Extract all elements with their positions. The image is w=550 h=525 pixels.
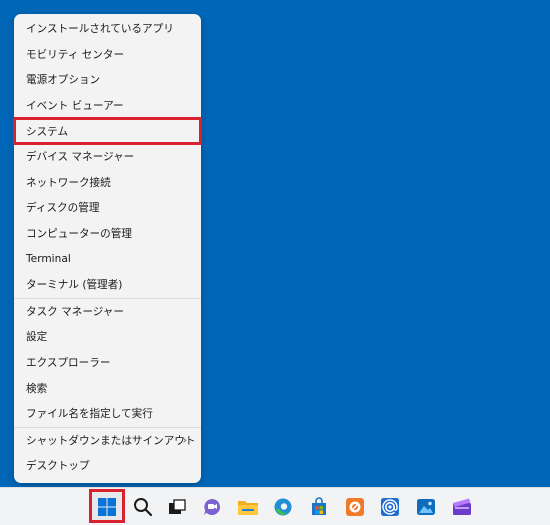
menu-item-label: 設定 <box>26 331 48 344</box>
menu-item-label: 検索 <box>26 382 48 395</box>
menu-item-shutdown-signout[interactable]: シャットダウンまたはサインアウト › <box>14 428 201 454</box>
menu-item-computer-management[interactable]: コンピューターの管理 <box>14 221 201 247</box>
menu-item-terminal[interactable]: Terminal <box>14 246 201 272</box>
menu-item-file-explorer[interactable]: エクスプローラー <box>14 350 201 376</box>
task-view-icon[interactable] <box>164 494 190 520</box>
windows-start-icon[interactable] <box>94 494 120 520</box>
photo-app-icon[interactable] <box>342 494 368 520</box>
menu-item-desktop[interactable]: デスクトップ <box>14 453 201 479</box>
menu-item-label: インストールされているアプリ <box>26 23 174 36</box>
menu-item-label: デスクトップ <box>26 460 90 473</box>
menu-item-run[interactable]: ファイル名を指定して実行 <box>14 401 201 427</box>
menu-item-label: タスク マネージャー <box>26 305 124 318</box>
menu-item-label: システム <box>26 125 69 138</box>
menu-item-label: シャットダウンまたはサインアウト <box>26 434 196 447</box>
menu-item-network-connections[interactable]: ネットワーク接続 <box>14 170 201 196</box>
menu-item-search[interactable]: 検索 <box>14 375 201 401</box>
menu-item-label: モビリティ センター <box>26 48 125 61</box>
menu-item-mobility-center[interactable]: モビリティ センター <box>14 42 201 68</box>
store-icon[interactable] <box>306 494 332 520</box>
start-context-menu: インストールされているアプリ モビリティ センター 電源オプション イベント ビ… <box>13 14 202 483</box>
menu-item-label: 電源オプション <box>26 74 101 87</box>
edge-icon[interactable] <box>270 494 296 520</box>
menu-item-label: デバイス マネージャー <box>26 151 135 164</box>
photos-icon[interactable] <box>413 494 439 520</box>
mail-icon[interactable] <box>377 494 403 520</box>
file-explorer-icon[interactable] <box>235 494 261 520</box>
menu-item-device-manager[interactable]: デバイス マネージャー <box>14 144 201 170</box>
menu-item-label: ディスクの管理 <box>26 202 100 215</box>
menu-item-label: ファイル名を指定して実行 <box>26 408 153 421</box>
menu-item-system[interactable]: システム <box>13 117 202 145</box>
menu-item-label: エクスプローラー <box>26 357 111 370</box>
clipchamp-icon[interactable] <box>449 494 475 520</box>
menu-item-task-manager[interactable]: タスク マネージャー <box>14 299 201 325</box>
taskbar <box>0 487 550 525</box>
menu-item-label: Terminal <box>26 253 71 266</box>
menu-item-event-viewer[interactable]: イベント ビューアー <box>14 93 201 119</box>
menu-item-label: イベント ビューアー <box>26 100 124 113</box>
menu-item-label: ネットワーク接続 <box>26 176 111 189</box>
menu-item-power-options[interactable]: 電源オプション <box>14 67 201 93</box>
search-icon[interactable] <box>130 494 156 520</box>
chevron-right-icon: › <box>182 433 187 447</box>
menu-item-settings[interactable]: 設定 <box>14 324 201 350</box>
menu-item-installed-apps[interactable]: インストールされているアプリ <box>14 16 201 42</box>
menu-item-disk-management[interactable]: ディスクの管理 <box>14 195 201 221</box>
menu-item-terminal-admin[interactable]: ターミナル (管理者) <box>14 272 201 298</box>
menu-item-label: コンピューターの管理 <box>26 228 132 241</box>
chat-icon[interactable] <box>199 494 225 520</box>
menu-item-label: ターミナル (管理者) <box>26 279 123 292</box>
